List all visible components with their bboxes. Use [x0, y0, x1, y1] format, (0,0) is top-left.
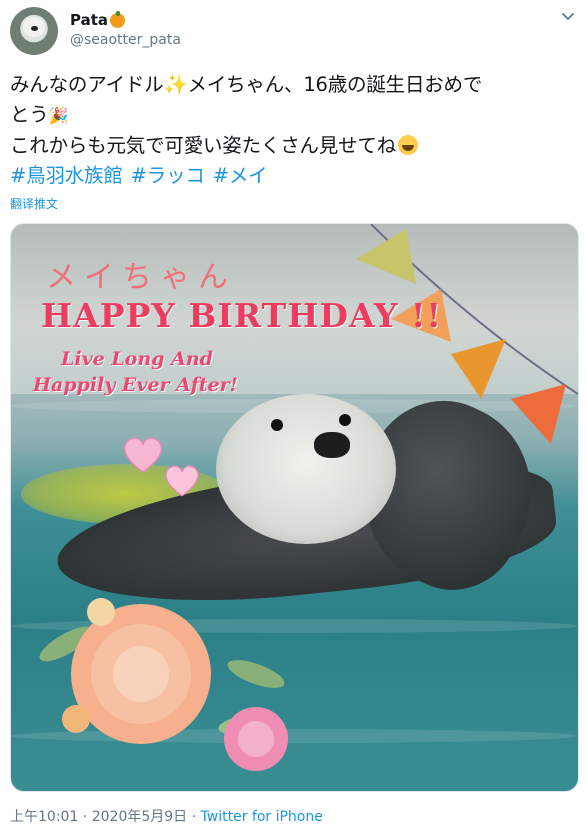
tweet-text-segment: これからも元気で可愛い姿たくさん見せてね	[10, 134, 397, 157]
heart-icon	[165, 465, 199, 497]
meta-separator: ·	[78, 809, 92, 825]
user-name-text[interactable]: Pata	[70, 11, 108, 29]
bunting-flag	[451, 339, 506, 399]
hashtag-list: #鳥羽水族館 #ラッコ #メイ	[10, 161, 577, 191]
bunting-flag	[356, 229, 416, 284]
photo-headline-text: HAPPY BIRTHDAY !!	[41, 296, 442, 335]
tweet-card: Pata @seaotter_pata みんなのアイドル✨メイちゃん、16歳の誕…	[0, 0, 587, 829]
tweet-source-link[interactable]: Twitter for iPhone	[201, 809, 323, 825]
translate-tweet-link[interactable]: 翻译推文	[10, 195, 58, 212]
avatar[interactable]	[10, 7, 58, 55]
tweet-time[interactable]: 上午10:01	[10, 809, 78, 825]
tweet-line-1: みんなのアイドル✨メイちゃん、16歳の誕生日おめで	[10, 70, 577, 100]
tweet-line-2: とう🎉	[10, 100, 577, 131]
hashtag-link[interactable]: #メイ	[213, 164, 268, 187]
hashtag-link[interactable]: #ラッコ	[131, 164, 205, 187]
bunting-flag	[511, 384, 566, 444]
tweet-text-segment: メイちゃん、16歳の誕生日おめで	[187, 73, 483, 96]
grinning-squinting-face-icon	[398, 135, 419, 155]
user-display-name[interactable]: Pata	[70, 10, 126, 29]
photo-caption-line: Live Long And	[61, 348, 213, 370]
meta-separator: ·	[187, 809, 201, 825]
heart-icon	[123, 437, 163, 473]
tweet-text-segment: とう	[10, 103, 49, 126]
hashtag-link[interactable]: #鳥羽水族館	[10, 164, 123, 187]
orange-icon	[110, 10, 126, 28]
tweet-text-segment: みんなのアイドル	[10, 73, 164, 96]
photo-caption-line: Happily Ever After!	[33, 374, 238, 396]
sparkles-icon: ✨	[163, 73, 188, 96]
tweet-metadata: 上午10:01 · 2020年5月9日 · Twitter for iPhone	[10, 806, 323, 826]
tweet-text: みんなのアイドル✨メイちゃん、16歳の誕生日おめで とう🎉 これからも元気で可愛…	[10, 70, 577, 191]
party-popper-icon: 🎉	[48, 106, 69, 125]
avatar-otter-nose	[31, 26, 38, 31]
tweet-line-3: これからも元気で可愛い姿たくさん見せてね	[10, 131, 577, 161]
tweet-date[interactable]: 2020年5月9日	[92, 809, 187, 825]
tweet-photo[interactable]: メイちゃん HAPPY BIRTHDAY !! Live Long And Ha…	[10, 223, 579, 792]
watercolor-flowers	[39, 598, 288, 771]
photo-title-text: メイちゃん	[46, 260, 236, 295]
chevron-down-icon[interactable]	[561, 10, 575, 24]
user-handle[interactable]: @seaotter_pata	[70, 32, 181, 48]
